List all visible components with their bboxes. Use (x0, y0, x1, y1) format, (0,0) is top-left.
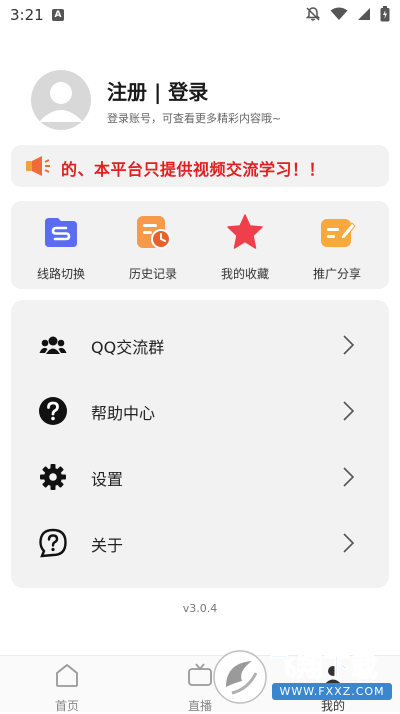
avatar[interactable] (31, 70, 91, 130)
status-bar: 3:21 A (0, 0, 400, 30)
quick-label: 历史记录 (128, 267, 177, 281)
profile-header[interactable]: 注册 | 登录 登录账号，可查看更多精彩内容哦~ (31, 70, 371, 130)
tv-icon (188, 663, 212, 686)
favorites-star-icon (227, 214, 263, 249)
version-text: v3.0.4 (182, 602, 218, 615)
menu-item-qq-group[interactable]: QQ交流群 (11, 312, 389, 378)
watermark-logo-icon (213, 650, 267, 704)
menu-label: QQ交流群 (91, 338, 165, 357)
chevron-right-icon (343, 401, 355, 421)
menu-label: 帮助中心 (91, 404, 156, 423)
battery-icon (380, 6, 390, 22)
quick-label: 我的收藏 (220, 267, 269, 281)
share-icon (321, 219, 356, 247)
mute-bell-icon (305, 7, 321, 21)
group-icon (39, 336, 67, 354)
quick-label: 线路切换 (36, 267, 85, 281)
nav-label: 首页 (54, 699, 79, 713)
notice-text: 的、本平台只提供视频交流学习！！ (61, 160, 326, 179)
watermark-text: 飞翔下载 (269, 653, 379, 684)
about-icon (39, 528, 67, 558)
status-icons (305, 6, 390, 22)
status-time: 3:21 (10, 6, 44, 24)
menu-label: 关于 (91, 536, 124, 555)
quick-actions: 线路切换 历史记录 我的收藏 推广分享 (11, 201, 389, 289)
quick-share[interactable]: 推广分享 (292, 213, 382, 283)
notification-badge-icon: A (52, 9, 64, 21)
gear-icon (40, 464, 66, 490)
chevron-right-icon (343, 335, 355, 355)
settings-menu: QQ交流群 帮助中心 设置 关于 (11, 300, 389, 588)
chevron-right-icon (343, 467, 355, 487)
notice-banner: 的、本平台只提供视频交流学习！！ (11, 145, 389, 187)
default-avatar-icon (39, 82, 83, 122)
menu-item-help-center[interactable]: 帮助中心 (11, 378, 389, 444)
watermark-url: WWW.FXXZ.COM (272, 683, 392, 700)
quick-favorites[interactable]: 我的收藏 (200, 213, 290, 283)
signal-icon (358, 8, 370, 20)
menu-label: 设置 (91, 470, 124, 489)
login-subtitle: 登录账号，可查看更多精彩内容哦~ (107, 112, 282, 125)
menu-item-settings[interactable]: 设置 (11, 444, 389, 510)
quick-route-switch[interactable]: 线路切换 (16, 213, 106, 283)
nav-home[interactable]: 首页 (27, 662, 107, 714)
megaphone-icon (26, 156, 50, 176)
quick-history[interactable]: 历史记录 (108, 213, 198, 283)
history-icon (137, 216, 171, 249)
chevron-right-icon (343, 533, 355, 553)
quick-label: 推广分享 (312, 267, 361, 281)
help-icon (39, 397, 67, 425)
login-register-link[interactable]: 注册 | 登录 (107, 76, 208, 105)
menu-item-about[interactable]: 关于 (11, 510, 389, 576)
home-icon (56, 664, 78, 687)
watermark: 飞翔下载 WWW.FXXZ.COM (212, 643, 400, 711)
route-switch-icon (45, 218, 77, 247)
wifi-icon (330, 7, 348, 20)
